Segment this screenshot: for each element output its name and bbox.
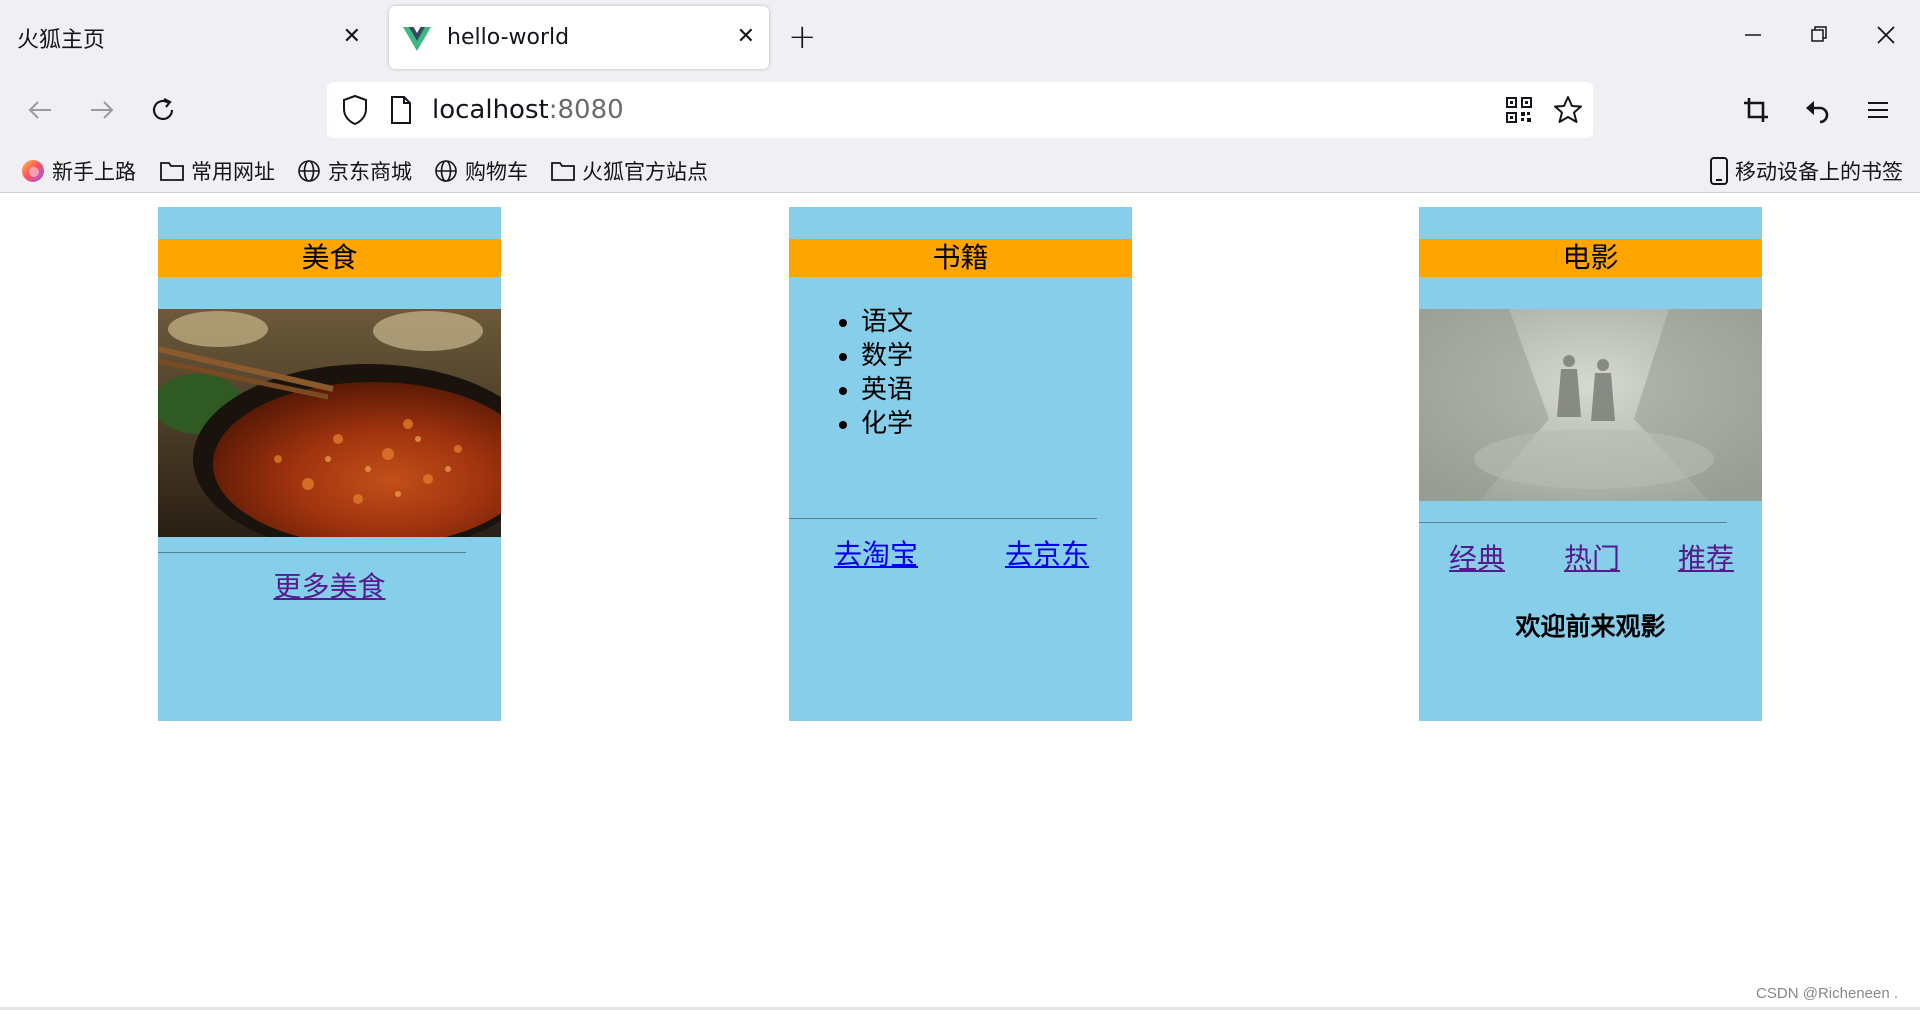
folder-icon xyxy=(160,162,184,181)
books-card-header: 书籍 xyxy=(789,239,1132,277)
food-card-header: 美食 xyxy=(158,239,501,277)
taobao-link[interactable]: 去淘宝 xyxy=(834,533,918,573)
welcome-text: 欢迎前来观影 xyxy=(1515,612,1666,641)
list-item: 英语 xyxy=(861,373,913,407)
book-list: 语文 数学 英语 化学 xyxy=(832,305,913,441)
tab-firefox-home[interactable]: 火狐主页 ✕ xyxy=(0,6,375,69)
minimize-icon[interactable] xyxy=(1744,20,1762,57)
url-text: localhost:8080 xyxy=(432,95,624,125)
menu-icon[interactable] xyxy=(1861,93,1895,127)
list-item: 数学 xyxy=(861,339,913,373)
divider-dashes: ____________________________ xyxy=(789,497,1097,519)
more-food-container: 更多美食 xyxy=(158,565,501,605)
reload-icon[interactable] xyxy=(147,93,181,127)
bookmark-folder-common-sites[interactable]: 常用网址 xyxy=(159,155,275,187)
tab-hello-world[interactable]: hello-world ✕ xyxy=(389,6,769,69)
url-bar[interactable]: localhost:8080 xyxy=(327,82,1593,138)
url-port: :8080 xyxy=(548,95,624,125)
bookmark-getting-started[interactable]: 新手上路 xyxy=(20,155,136,187)
mobile-device-icon xyxy=(1710,157,1728,185)
watermark: CSDN @Richeneen . xyxy=(1756,985,1898,1002)
list-item: 化学 xyxy=(861,407,913,441)
books-card: 书籍 语文 数学 英语 化学 _________________________… xyxy=(789,207,1132,721)
qr-code-icon[interactable] xyxy=(1505,96,1533,124)
globe-icon xyxy=(298,160,320,182)
movies-card: 电影 ____________________________ 经典 热门 推荐… xyxy=(1419,207,1762,721)
bookmark-label: 新手上路 xyxy=(52,160,136,184)
close-window-icon[interactable] xyxy=(1875,20,1897,57)
bookmark-jd-mall[interactable]: 京东商城 xyxy=(296,155,412,187)
more-food-link[interactable]: 更多美食 xyxy=(273,570,385,603)
bookmark-star-icon[interactable] xyxy=(1553,95,1583,125)
close-tab-icon[interactable]: ✕ xyxy=(343,24,361,50)
bookmark-label: 京东商城 xyxy=(328,160,412,184)
back-icon[interactable] xyxy=(23,93,57,127)
undo-arrow-icon[interactable] xyxy=(1800,93,1834,127)
vue-logo-icon xyxy=(403,26,431,51)
popular-link[interactable]: 热门 xyxy=(1564,537,1620,577)
browser-chrome: 火狐主页 ✕ hello-world ✕ + localhost:8080 新手… xyxy=(0,0,1920,193)
jd-link[interactable]: 去京东 xyxy=(1005,533,1089,573)
navigation-toolbar: localhost:8080 xyxy=(0,75,1920,145)
page-content: 美食 ____________________________ 更多美食 书籍 … xyxy=(0,193,1920,1010)
bookmarks-bar: 新手上路 常用网址 京东商城 购物车 火狐官方站点 移动设备上的书签 xyxy=(0,150,1920,190)
page-icon xyxy=(391,96,411,124)
shield-icon[interactable] xyxy=(341,94,369,126)
bookmark-label: 火狐官方站点 xyxy=(582,160,708,184)
crop-screenshot-icon[interactable] xyxy=(1739,93,1773,127)
divider-dashes: ____________________________ xyxy=(1419,501,1727,523)
new-tab-icon[interactable]: + xyxy=(788,20,817,54)
close-tab-icon[interactable]: ✕ xyxy=(737,24,755,50)
bookmark-shopping-cart[interactable]: 购物车 xyxy=(433,155,528,187)
url-host: localhost xyxy=(432,95,549,125)
tab-title: hello-world xyxy=(447,25,570,50)
classic-link[interactable]: 经典 xyxy=(1449,537,1505,577)
forward-icon[interactable] xyxy=(85,93,119,127)
mobile-bookmarks-label: 移动设备上的书签 xyxy=(1735,160,1903,184)
bookmark-label: 购物车 xyxy=(465,160,528,184)
folder-icon xyxy=(551,162,575,181)
hotpot-image xyxy=(158,309,501,537)
restore-icon[interactable] xyxy=(1810,20,1828,57)
bookmark-label: 常用网址 xyxy=(191,160,275,184)
movie-scene-image xyxy=(1419,309,1762,501)
mobile-bookmarks[interactable]: 移动设备上的书签 xyxy=(1709,155,1903,187)
firefox-logo-icon xyxy=(22,160,44,182)
list-item: 语文 xyxy=(861,305,913,339)
globe-icon xyxy=(435,160,457,182)
divider-dashes: ____________________________ xyxy=(158,531,466,553)
recommended-link[interactable]: 推荐 xyxy=(1678,537,1734,577)
movies-card-header: 电影 xyxy=(1419,239,1762,277)
bookmark-folder-firefox-official[interactable]: 火狐官方站点 xyxy=(550,155,708,187)
food-card: 美食 ____________________________ 更多美食 xyxy=(158,207,501,721)
tab-title: 火狐主页 xyxy=(17,27,106,53)
